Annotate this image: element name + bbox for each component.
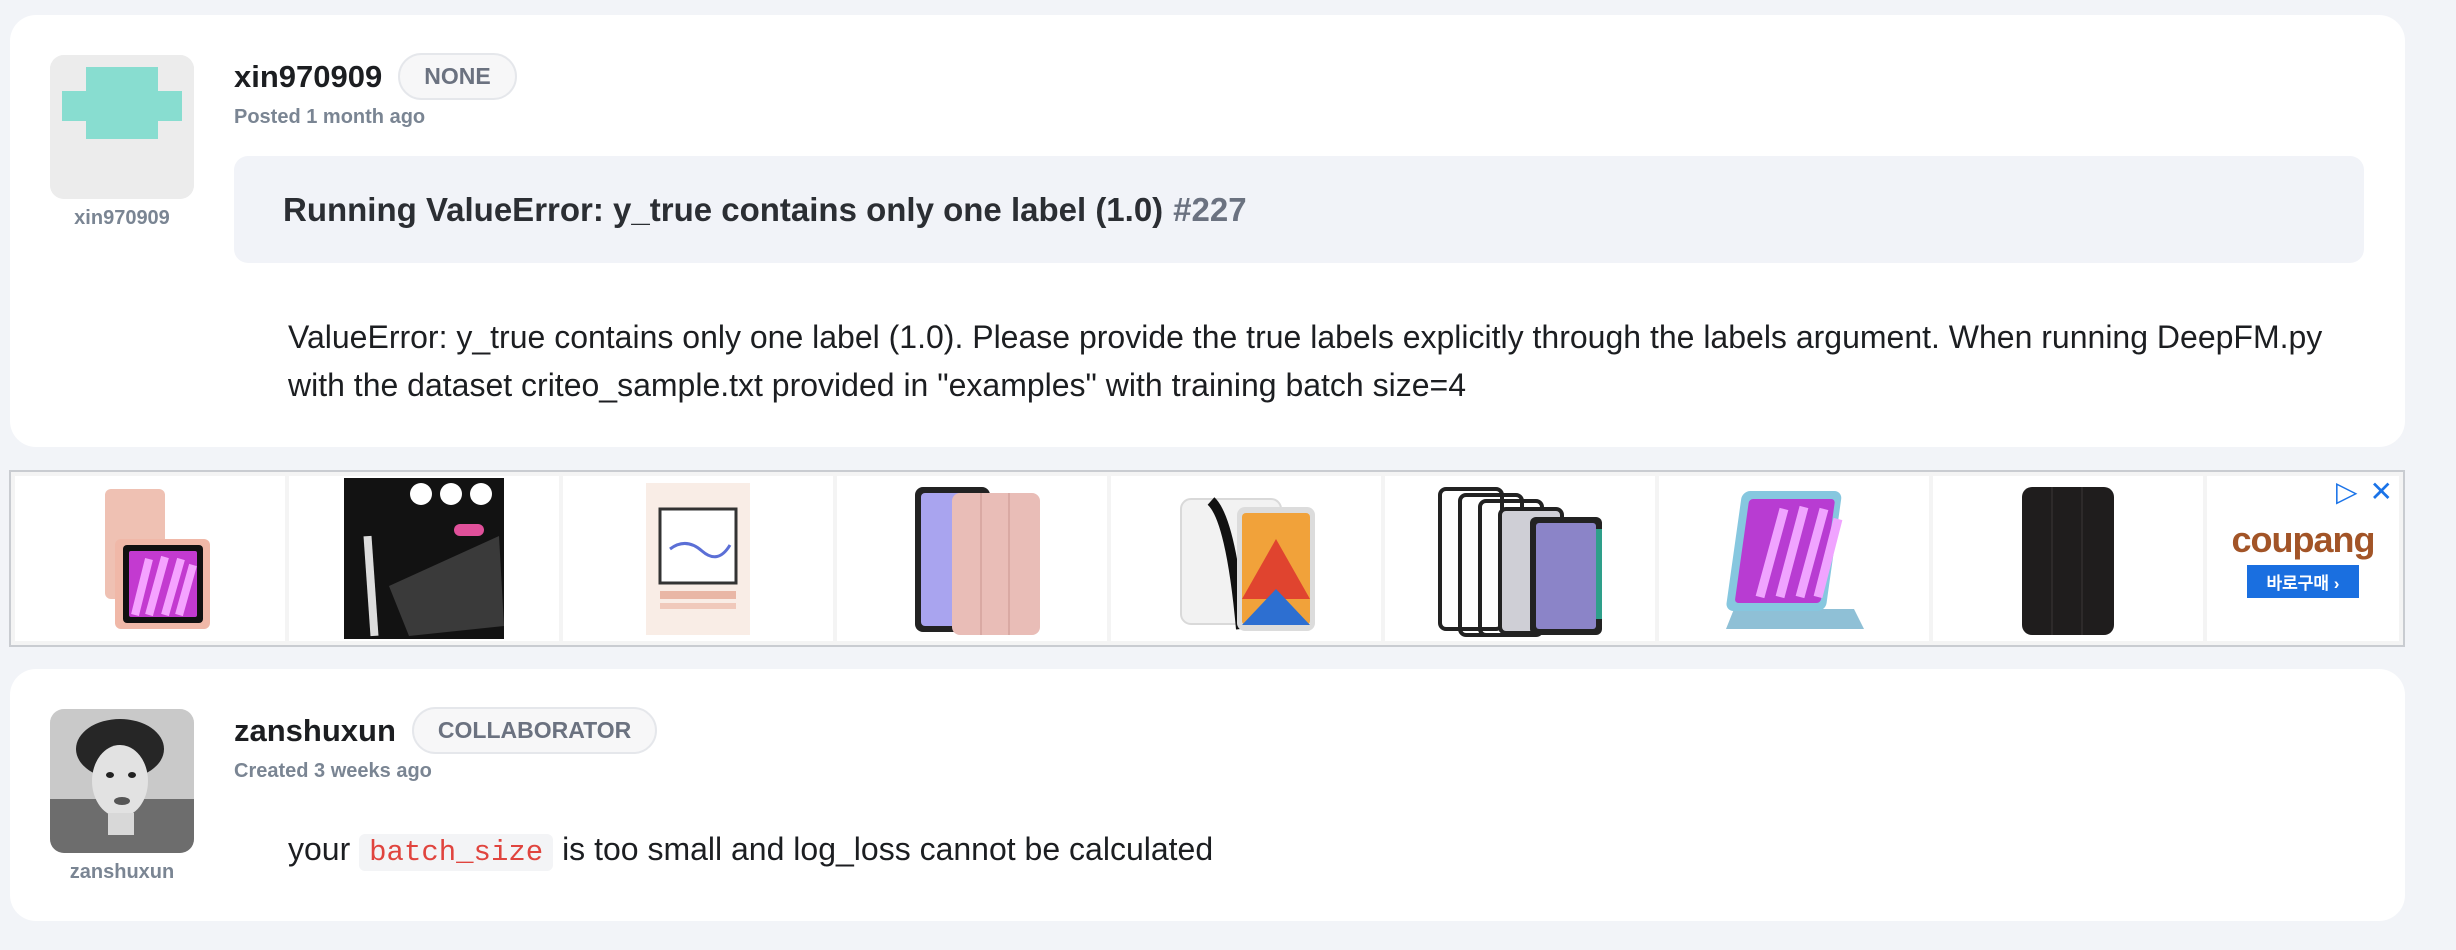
issue-title[interactable]: Running ValueError: y_true contains only… [283,191,1163,229]
screen-protector-icon [646,482,750,635]
tablet-case-lavender-icon [915,486,1040,635]
avatar[interactable] [50,55,194,199]
tablet-rotating-case-icon [1726,490,1864,629]
body-text-prefix: your [288,831,351,867]
ad-product[interactable] [1933,476,2203,641]
ad-product[interactable] [563,476,833,641]
tablet-case-black-icon [2022,486,2114,635]
identicon-icon [50,55,194,199]
author-block: zanshuxun [50,709,194,884]
avatar[interactable] [50,709,194,853]
ad-product[interactable] [1111,476,1381,641]
comment-body: your batch_size is too small and log_los… [288,825,1213,877]
post-timestamp: Created 3 weeks ago [234,760,432,782]
avatar-label[interactable]: zanshuxun [50,861,194,884]
issue-number[interactable]: #227 [1173,191,1246,229]
brand-logo: coupang [2231,519,2376,560]
tablet-case-set-icon [1438,486,1602,637]
ad-product[interactable] [289,476,559,641]
author-header: xin970909 NONE Posted 1 month ago [234,53,517,129]
adchoices-icon[interactable]: ▷ [2336,478,2358,506]
close-icon[interactable]: ✕ [2370,478,2393,506]
post-timestamp: Posted 1 month ago [234,106,426,128]
ad-product[interactable] [837,476,1107,641]
comment-card: zanshuxun zanshuxun COLLABORATOR Created… [10,669,2405,921]
ad-product[interactable] [15,476,285,641]
tablet-case-pink-icon [105,488,210,629]
buy-now-button[interactable]: 바로구매 › [2246,565,2360,598]
body-text-suffix: is too small and log_loss cannot be calc… [562,831,1214,867]
ad-product[interactable] [1385,476,1655,641]
ad-controls: ▷ ✕ [2336,478,2393,506]
user-photo-icon [50,709,194,853]
inline-code: batch_size [359,834,554,871]
tablet-clear-case-icon [1180,496,1315,631]
issue-title-box: Running ValueError: y_true contains only… [234,156,2364,263]
author-name[interactable]: xin970909 [234,59,382,95]
comment-body: ValueError: y_true contains only one lab… [288,319,2323,403]
role-badge: COLLABORATOR [411,707,658,754]
role-badge: NONE [398,53,517,100]
avatar-label[interactable]: xin970909 [50,207,194,230]
author-block: xin970909 [50,55,194,230]
ad-product[interactable] [1659,476,1929,641]
author-name[interactable]: zanshuxun [234,713,396,749]
stylus-pen-icon [344,478,504,639]
ad-banner[interactable]: coupang 바로구매 › ▷ ✕ [9,470,2405,647]
author-header: zanshuxun COLLABORATOR Created 3 weeks a… [234,707,658,783]
comment-card: xin970909 xin970909 NONE Posted 1 month … [10,15,2405,447]
